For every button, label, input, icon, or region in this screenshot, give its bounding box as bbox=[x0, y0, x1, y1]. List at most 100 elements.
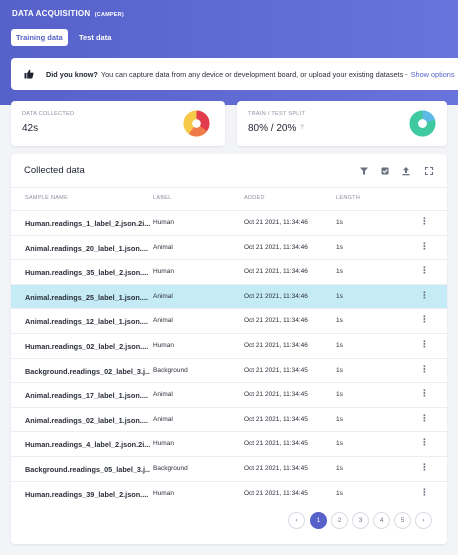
added-cell: Oct 21 2021, 11:34:46 bbox=[244, 219, 308, 226]
table-row[interactable]: Animal.readings_20_label_1.json.... Anima… bbox=[11, 234, 447, 260]
page-2-button[interactable]: 2 bbox=[331, 512, 348, 529]
added-cell: Oct 21 2021, 11:34:45 bbox=[244, 415, 308, 423]
data-collected-value: 42s bbox=[22, 123, 39, 134]
added-cell: Oct 21 2021, 11:34:46 bbox=[244, 243, 308, 251]
length-cell: 1s bbox=[336, 268, 343, 276]
label-cell: Human bbox=[153, 489, 174, 497]
added-cell: Oct 21 2021, 11:34:46 bbox=[244, 342, 308, 349]
column-length[interactable]: LENGTH bbox=[336, 195, 360, 201]
more-vertical-icon[interactable]: ⋮ bbox=[420, 413, 429, 424]
more-vertical-icon[interactable]: ⋮ bbox=[420, 241, 429, 252]
label-cell: Animal bbox=[153, 415, 173, 423]
added-cell: Oct 21 2021, 11:34:45 bbox=[244, 489, 308, 497]
project-name: (CAMPER) bbox=[94, 12, 124, 18]
table-row[interactable]: Background.readings_05_label_3.j... Backg… bbox=[11, 456, 447, 481]
page-5-button[interactable]: 5 bbox=[394, 512, 411, 529]
added-cell: Oct 21 2021, 11:34:46 bbox=[244, 292, 308, 300]
table-row[interactable]: Animal.readings_25_label_1.json.... Anima… bbox=[11, 283, 447, 309]
label-cell: Background bbox=[153, 366, 188, 374]
more-vertical-icon[interactable]: ⋮ bbox=[420, 216, 429, 227]
label-cell: Human bbox=[153, 342, 174, 349]
label-cell: Animal bbox=[153, 243, 173, 251]
more-vertical-icon[interactable]: ⋮ bbox=[420, 437, 429, 448]
chevron-right-icon[interactable]: › bbox=[415, 512, 432, 529]
column-sample-name[interactable]: SAMPLE NAME bbox=[25, 195, 68, 201]
length-cell: 1s bbox=[336, 292, 343, 300]
check-square-icon[interactable] bbox=[380, 166, 390, 176]
sample-name-cell: Human.readings_35_label_2.json.... bbox=[25, 268, 149, 278]
column-label[interactable]: LABEL bbox=[153, 195, 172, 201]
label-cell: Human bbox=[153, 440, 174, 448]
length-cell: 1s bbox=[336, 415, 343, 423]
show-options-link[interactable]: Show options bbox=[411, 70, 455, 79]
upload-icon[interactable] bbox=[401, 166, 411, 176]
data-collected-label: DATA COLLECTED bbox=[22, 111, 75, 117]
table-header: Collected data bbox=[11, 154, 447, 188]
added-cell: Oct 21 2021, 11:34:45 bbox=[244, 440, 308, 448]
tip-heading: Did you know? bbox=[46, 69, 98, 79]
filter-icon[interactable] bbox=[359, 166, 369, 176]
collected-data-table: Collected data SAMPLE NAME LABEL ADDED L… bbox=[11, 154, 447, 544]
train-test-split-label: TRAIN / TEST SPLIT bbox=[248, 111, 306, 117]
sample-name-cell: Background.readings_05_label_3.j... bbox=[25, 465, 150, 474]
more-vertical-icon[interactable]: ⋮ bbox=[420, 364, 429, 375]
added-cell: Oct 21 2021, 11:34:45 bbox=[244, 465, 308, 472]
page-3-button[interactable]: 3 bbox=[352, 512, 369, 529]
more-vertical-icon[interactable]: ⋮ bbox=[420, 487, 429, 498]
length-cell: 1s bbox=[336, 489, 343, 497]
table-row[interactable]: Human.readings_1_label_2.json.2i... Human… bbox=[11, 210, 447, 235]
more-vertical-icon[interactable]: ⋮ bbox=[420, 339, 429, 350]
table-row[interactable]: Animal.readings_02_label_1.json.... Anima… bbox=[11, 406, 447, 432]
table-row[interactable]: Human.readings_02_label_2.json.... Human O… bbox=[11, 333, 447, 358]
more-vertical-icon[interactable]: ⋮ bbox=[420, 290, 429, 301]
train-test-split-donut bbox=[409, 110, 436, 137]
train-test-split-card: TRAIN / TEST SPLIT 80% / 20%? bbox=[237, 101, 447, 146]
page-4-button[interactable]: 4 bbox=[373, 512, 390, 529]
table-row[interactable]: Animal.readings_17_label_1.json.... Anima… bbox=[11, 382, 447, 407]
sample-name-cell: Animal.readings_02_label_1.json.... bbox=[25, 415, 148, 425]
table-row[interactable]: Human.readings_4_label_2.json.2i... Human… bbox=[11, 431, 447, 456]
column-added[interactable]: ADDED bbox=[244, 195, 265, 201]
page-title: DATA ACQUISITION (CAMPER) bbox=[12, 9, 124, 18]
label-cell: Human bbox=[153, 268, 174, 276]
train-test-split-value: 80% / 20%? bbox=[248, 123, 304, 134]
sample-name-cell: Animal.readings_20_label_1.json.... bbox=[25, 243, 148, 253]
added-cell: Oct 21 2021, 11:34:45 bbox=[244, 391, 308, 399]
table-row[interactable]: Human.readings_39_label_2.json.... Human O… bbox=[11, 480, 447, 506]
sample-name-cell: Human.readings_1_label_2.json.2i... bbox=[25, 219, 150, 228]
label-cell: Animal bbox=[153, 292, 173, 300]
sample-name-cell: Animal.readings_25_label_1.json.... bbox=[25, 292, 148, 302]
table-row[interactable]: Human.readings_35_label_2.json.... Human O… bbox=[11, 259, 447, 284]
more-vertical-icon[interactable]: ⋮ bbox=[420, 388, 429, 399]
table-columns: SAMPLE NAME LABEL ADDED LENGTH bbox=[11, 188, 447, 210]
length-cell: 1s bbox=[336, 243, 343, 251]
data-collected-card: DATA COLLECTED 42s bbox=[11, 101, 225, 146]
sample-name-cell: Background.readings_02_label_3.j... bbox=[25, 366, 150, 376]
length-cell: 1s bbox=[336, 391, 343, 399]
sample-name-cell: Human.readings_39_label_2.json.... bbox=[25, 489, 149, 499]
label-cell: Animal bbox=[153, 391, 173, 399]
page-1-button[interactable]: 1 bbox=[310, 512, 327, 529]
length-cell: 1s bbox=[336, 465, 343, 472]
tab-training-data[interactable]: Training data bbox=[11, 29, 68, 46]
sample-name-cell: Human.readings_4_label_2.json.2i... bbox=[25, 440, 150, 450]
more-vertical-icon[interactable]: ⋮ bbox=[420, 265, 429, 276]
tip-banner: Did you know? You can capture data from … bbox=[11, 58, 458, 90]
more-vertical-icon[interactable]: ⋮ bbox=[420, 314, 429, 325]
tab-test-data[interactable]: Test data bbox=[74, 29, 116, 46]
question-circle-icon[interactable]: ? bbox=[300, 125, 303, 131]
table-title: Collected data bbox=[24, 165, 85, 176]
table-row[interactable]: Background.readings_02_label_3.j... Backg… bbox=[11, 357, 447, 383]
table-row[interactable]: Animal.readings_12_label_1.json.... Anima… bbox=[11, 308, 447, 333]
length-cell: 1s bbox=[336, 342, 343, 349]
page-title-text: DATA ACQUISITION bbox=[12, 9, 91, 18]
added-cell: Oct 21 2021, 11:34:46 bbox=[244, 317, 308, 325]
sample-name-cell: Animal.readings_12_label_1.json.... bbox=[25, 317, 148, 327]
chevron-left-icon[interactable]: ‹ bbox=[288, 512, 305, 529]
expand-icon[interactable] bbox=[424, 166, 434, 176]
label-cell: Background bbox=[153, 465, 188, 472]
label-cell: Human bbox=[153, 219, 174, 226]
length-cell: 1s bbox=[336, 219, 343, 226]
train-test-split-text: 80% / 20% bbox=[248, 123, 297, 134]
more-vertical-icon[interactable]: ⋮ bbox=[420, 462, 429, 473]
